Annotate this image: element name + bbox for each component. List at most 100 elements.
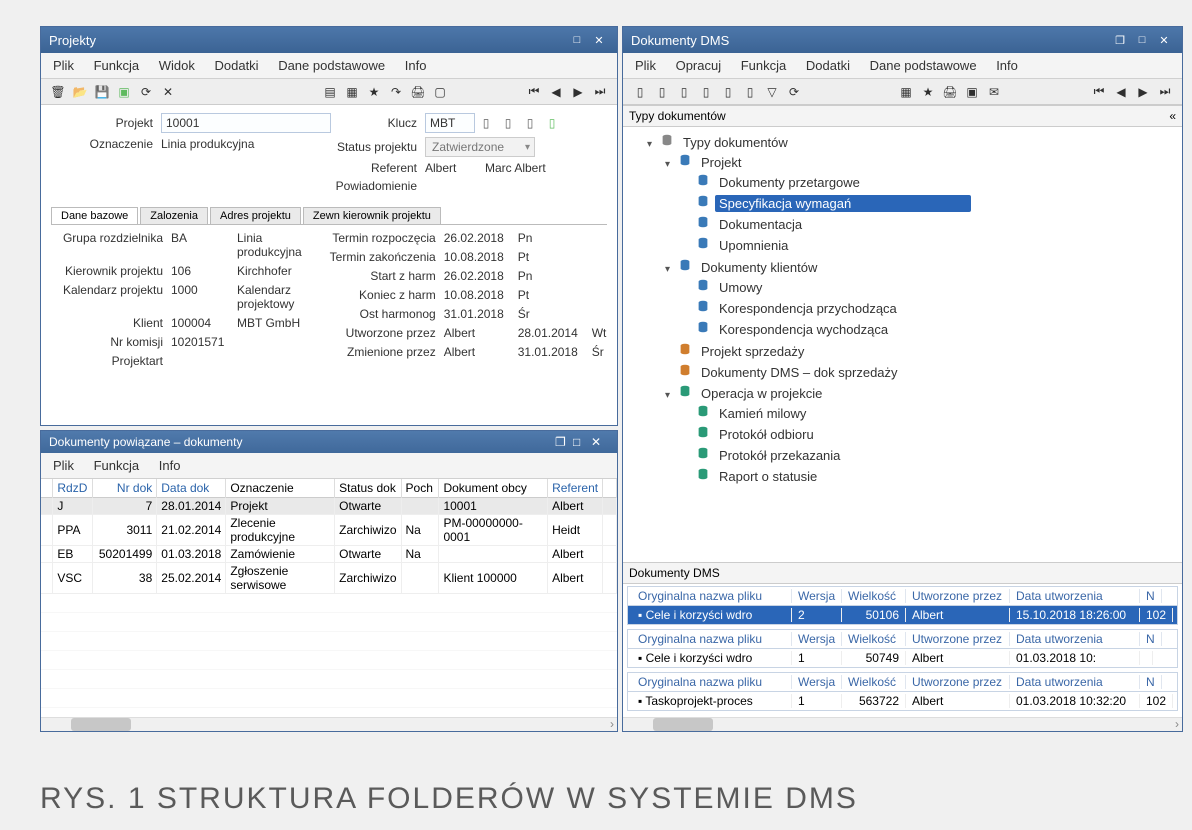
lookup-icon-2[interactable]: ▯ bbox=[499, 114, 517, 132]
tb-calendar-icon[interactable]: ▦ bbox=[343, 83, 361, 101]
tree-leaf[interactable]: Korespondencja wychodząca bbox=[715, 321, 892, 338]
menu-funkcja[interactable]: Funkcja bbox=[733, 55, 795, 76]
menu-info[interactable]: Info bbox=[151, 455, 189, 476]
tab-adres-projektu[interactable]: Adres projektu bbox=[210, 207, 301, 224]
col-obcy[interactable]: Dokument obcy bbox=[439, 479, 548, 498]
menu-dodatki[interactable]: Dodatki bbox=[798, 55, 858, 76]
lookup-icon-3[interactable]: ▯ bbox=[521, 114, 539, 132]
col-oznaczenie[interactable]: Oznaczenie bbox=[226, 479, 335, 498]
tb-editlock-icon[interactable]: ▯ bbox=[741, 83, 759, 101]
table-row[interactable]: PPA301121.02.2014Zlecenie produkcyjneZar… bbox=[41, 515, 617, 546]
tree-leaf[interactable]: Specyfikacja wymagań bbox=[715, 195, 971, 212]
tb-mail-icon[interactable]: ✉ bbox=[985, 83, 1003, 101]
input-projekt[interactable]: 10001 bbox=[161, 113, 331, 133]
dms-tree[interactable]: ▾Typy dokumentów▾ProjektDokumenty przeta… bbox=[623, 127, 1182, 562]
projects-titlebar[interactable]: Projekty □ ✕ bbox=[41, 27, 617, 53]
tb-prev-icon[interactable]: ◀ bbox=[1112, 83, 1130, 101]
table-row[interactable]: EB5020149901.03.2018ZamówienieOtwarteNaA… bbox=[41, 546, 617, 563]
close-icon[interactable]: ✕ bbox=[1154, 32, 1174, 49]
tb-export-icon[interactable]: ↷ bbox=[387, 83, 405, 101]
tree-leaf[interactable]: Korespondencja przychodząca bbox=[715, 300, 901, 317]
collapse-icon[interactable]: « bbox=[1169, 109, 1176, 123]
tb-next-icon[interactable]: ▶ bbox=[1134, 83, 1152, 101]
tree-leaf[interactable]: Protokół przekazania bbox=[715, 447, 844, 464]
col-filename[interactable]: Oryginalna nazwa pliku bbox=[632, 589, 792, 603]
lookup-icon-4[interactable]: ▯ bbox=[543, 114, 561, 132]
lookup-icon-1[interactable]: ▯ bbox=[477, 114, 495, 132]
tree-node[interactable]: Projekt bbox=[697, 154, 745, 171]
tb-print-icon[interactable]: 🖨 bbox=[941, 83, 959, 101]
tab-zewn-kierownik[interactable]: Zewn kierownik projektu bbox=[303, 207, 441, 224]
tree-node[interactable]: Dokumenty DMS – dok sprzedaży bbox=[697, 364, 902, 381]
table-row[interactable]: J728.01.2014ProjektOtwarte10001Albert bbox=[41, 498, 617, 515]
col-referent[interactable]: Referent bbox=[548, 479, 603, 498]
tb-first-icon[interactable]: ⏮ bbox=[1090, 83, 1108, 101]
tb-lock-icon[interactable]: ▯ bbox=[719, 83, 737, 101]
dms-titlebar[interactable]: Dokumenty DMS ❐ □ ✕ bbox=[623, 27, 1182, 53]
tree-leaf[interactable]: Umowy bbox=[715, 279, 766, 296]
tree-node[interactable]: Projekt sprzedaży bbox=[697, 343, 808, 360]
col-version[interactable]: Wersja bbox=[792, 675, 842, 689]
tree-leaf[interactable]: Dokumenty przetargowe bbox=[715, 174, 864, 191]
tb-camera-icon[interactable]: ▣ bbox=[963, 83, 981, 101]
close-icon[interactable]: ✕ bbox=[591, 435, 609, 450]
tb-save-icon[interactable]: 💾 bbox=[93, 83, 111, 101]
restore-icon[interactable]: ❐ bbox=[1110, 32, 1130, 49]
tree-leaf[interactable]: Protokół odbioru bbox=[715, 426, 818, 443]
tb-next-icon[interactable]: ▶ bbox=[569, 83, 587, 101]
col-createdate[interactable]: Data utworzenia bbox=[1010, 589, 1140, 603]
col-n[interactable]: N bbox=[1140, 632, 1162, 646]
col-createdby[interactable]: Utworzone przez bbox=[906, 589, 1010, 603]
col-rdzd[interactable]: RdzD bbox=[53, 479, 93, 498]
tree-leaf[interactable]: Upomnienia bbox=[715, 237, 792, 254]
maximize-icon[interactable]: □ bbox=[1132, 32, 1152, 49]
tb-out-icon[interactable]: ▯ bbox=[697, 83, 715, 101]
tb-attach-icon[interactable]: ▢ bbox=[431, 83, 449, 101]
menu-info[interactable]: Info bbox=[397, 55, 435, 76]
tb-prev-icon[interactable]: ◀ bbox=[547, 83, 565, 101]
tb-last-icon[interactable]: ⏭ bbox=[1156, 83, 1174, 101]
dms-doc-row[interactable]: ▪ Cele i korzyści wdro250106Albert15.10.… bbox=[628, 606, 1177, 624]
tab-zalozenia[interactable]: Zalozenia bbox=[140, 207, 208, 224]
col-statusdok[interactable]: Status dok bbox=[335, 479, 401, 498]
menu-funkcja[interactable]: Funkcja bbox=[86, 455, 148, 476]
tb-last-icon[interactable]: ⏭ bbox=[591, 83, 609, 101]
menu-dane-podstawowe[interactable]: Dane podstawowe bbox=[862, 55, 985, 76]
col-size[interactable]: Wielkość bbox=[842, 589, 906, 603]
tb-doc-icon[interactable]: ▯ bbox=[631, 83, 649, 101]
col-createdate[interactable]: Data utworzenia bbox=[1010, 675, 1140, 689]
tree-leaf[interactable]: Dokumentacja bbox=[715, 216, 806, 233]
tb-new-icon[interactable]: ▯ bbox=[653, 83, 671, 101]
maximize-icon[interactable]: □ bbox=[567, 32, 587, 49]
col-createdate[interactable]: Data utworzenia bbox=[1010, 632, 1140, 646]
menu-opracuj[interactable]: Opracuj bbox=[668, 55, 730, 76]
menu-plik[interactable]: Plik bbox=[627, 55, 664, 76]
tb-calendar-icon[interactable]: ▦ bbox=[897, 83, 915, 101]
tb-tree-icon[interactable]: ▣ bbox=[115, 83, 133, 101]
tb-delete-icon[interactable]: ✕ bbox=[159, 83, 177, 101]
tb-filter-icon[interactable]: ▽ bbox=[763, 83, 781, 101]
col-size[interactable]: Wielkość bbox=[842, 632, 906, 646]
tb-print-icon[interactable]: 🖨 bbox=[409, 83, 427, 101]
menu-info[interactable]: Info bbox=[988, 55, 1026, 76]
maximize-icon[interactable]: □ bbox=[573, 435, 591, 450]
menu-funkcja[interactable]: Funkcja bbox=[86, 55, 148, 76]
dms-doc-row[interactable]: ▪ Cele i korzyści wdro150749Albert01.03.… bbox=[628, 649, 1177, 667]
tree-root[interactable]: Typy dokumentów bbox=[679, 134, 792, 151]
col-createdby[interactable]: Utworzone przez bbox=[906, 632, 1010, 646]
tree-leaf[interactable]: Kamień milowy bbox=[715, 405, 810, 422]
restore-icon[interactable]: ❐ bbox=[555, 435, 573, 450]
tb-open-icon[interactable]: 📂 bbox=[71, 83, 89, 101]
tb-refresh-icon[interactable]: ⟳ bbox=[785, 83, 803, 101]
tb-trash-icon[interactable]: 🗑 bbox=[49, 83, 67, 101]
menu-plik[interactable]: Plik bbox=[45, 455, 82, 476]
select-status[interactable]: Zatwierdzone bbox=[425, 137, 535, 157]
col-n[interactable]: N bbox=[1140, 589, 1162, 603]
col-version[interactable]: Wersja bbox=[792, 632, 842, 646]
menu-plik[interactable]: Plik bbox=[45, 55, 82, 76]
menu-dane-podstawowe[interactable]: Dane podstawowe bbox=[270, 55, 393, 76]
tb-first-icon[interactable]: ⏮ bbox=[525, 83, 543, 101]
col-version[interactable]: Wersja bbox=[792, 589, 842, 603]
tab-dane-bazowe[interactable]: Dane bazowe bbox=[51, 207, 138, 224]
col-filename[interactable]: Oryginalna nazwa pliku bbox=[632, 632, 792, 646]
